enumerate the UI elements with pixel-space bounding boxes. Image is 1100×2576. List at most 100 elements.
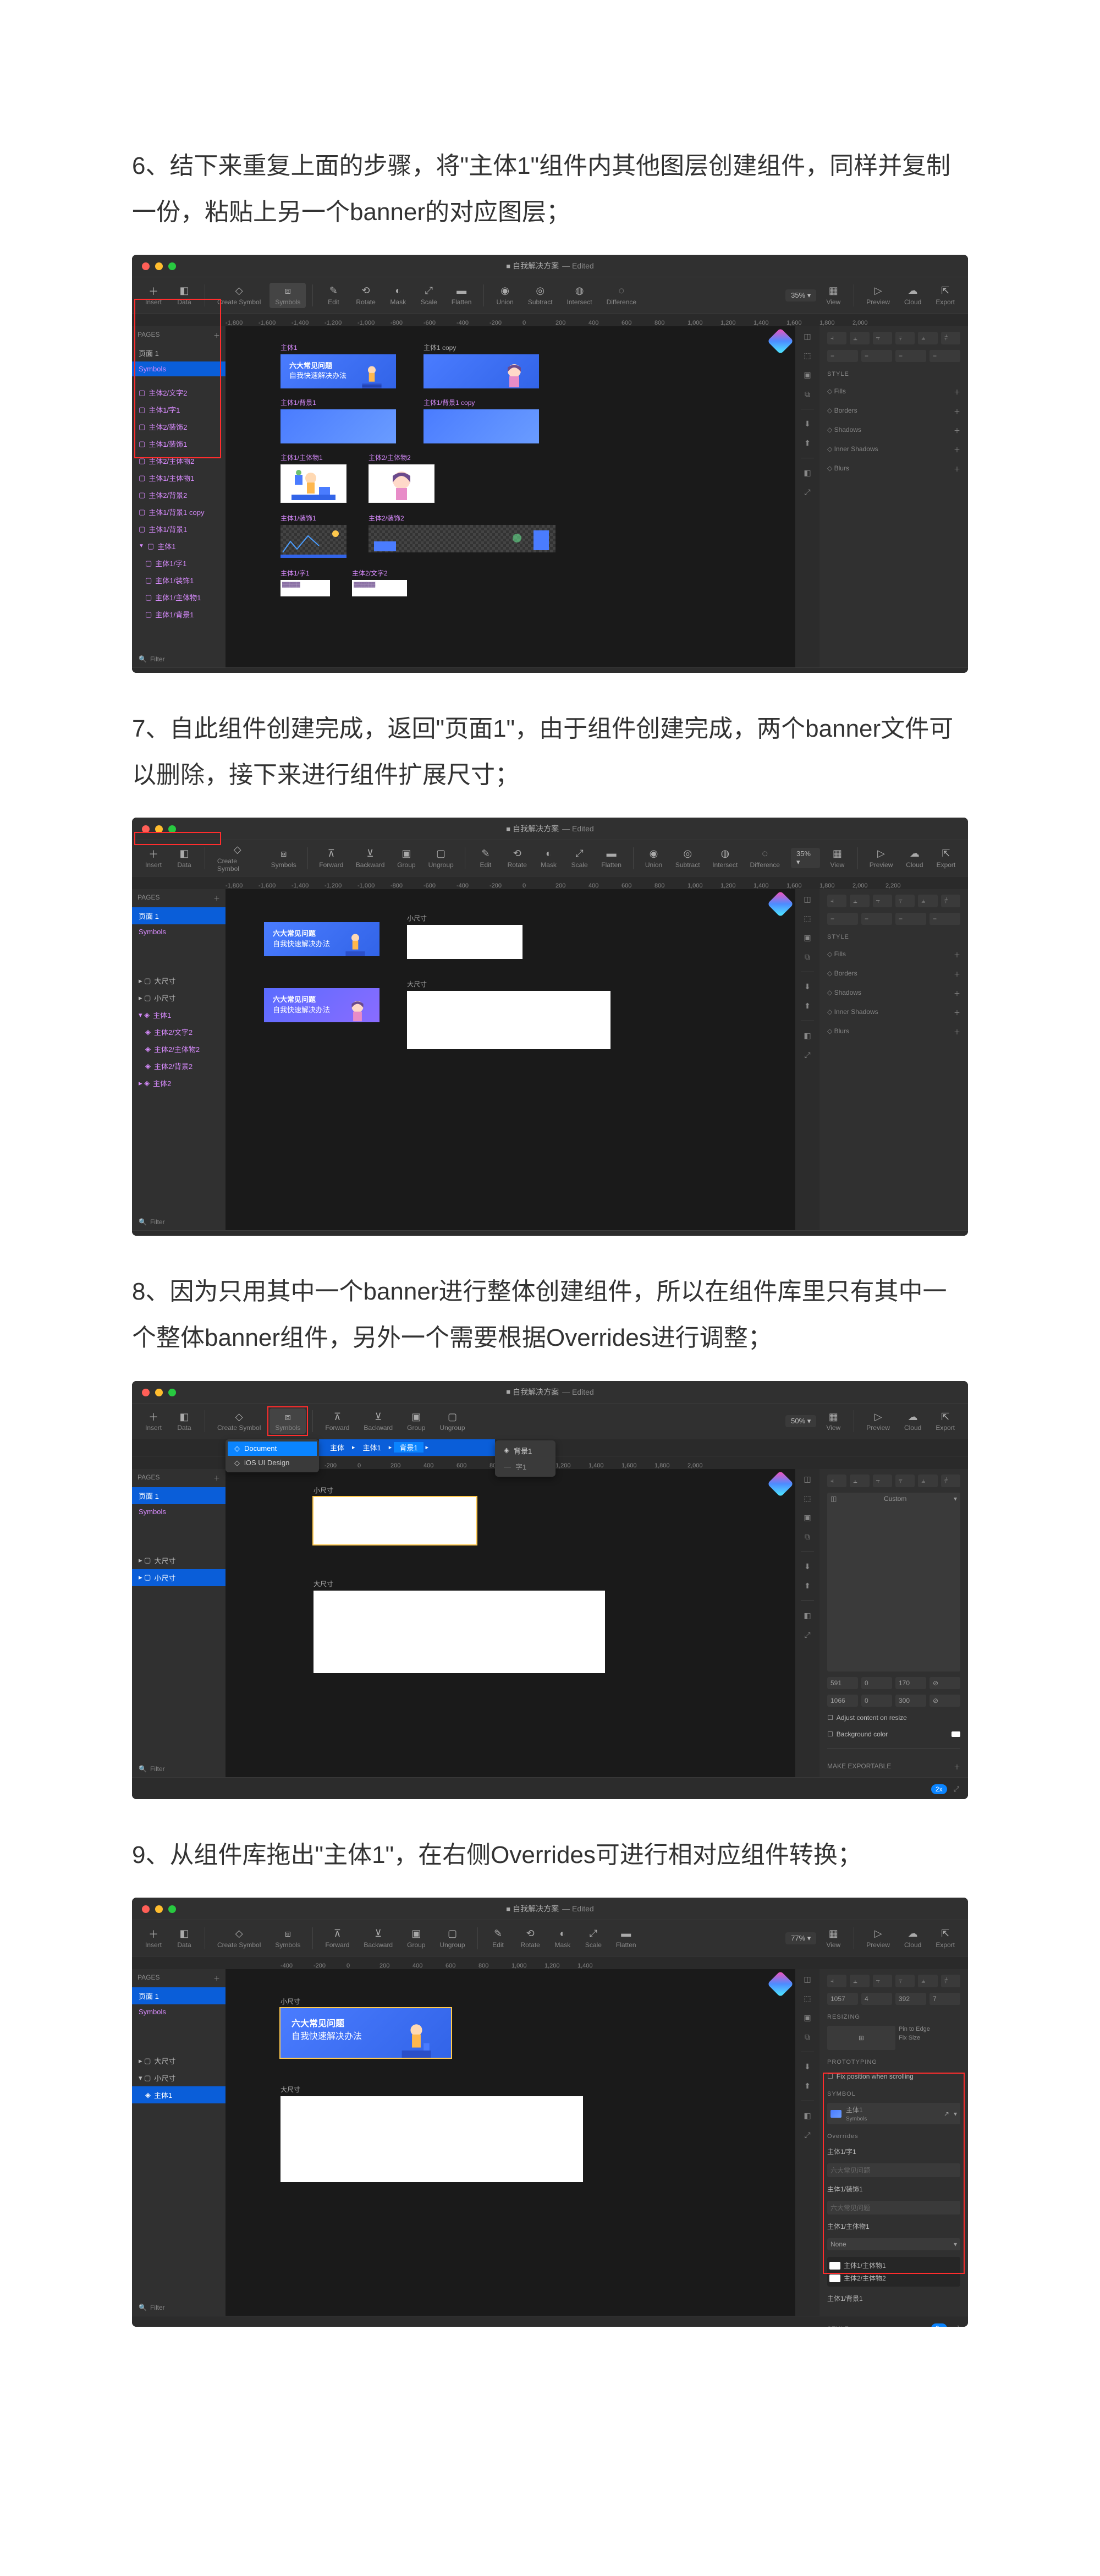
layer-item[interactable]: ▢ 主体1/字1 <box>132 555 226 572</box>
insert-button[interactable]: ＋Insert <box>140 283 167 308</box>
window-controls[interactable] <box>142 262 176 270</box>
breadcrumb-bar[interactable]: 主体▸ 主体1▸ 背景1▸ <box>319 1439 495 1456</box>
zoom-control[interactable]: 35% ▾ <box>791 848 820 868</box>
adjust-resize-toggle[interactable]: ☐ Adjust content on resize <box>827 1712 960 1723</box>
ungroup-button[interactable]: ▢Ungroup <box>424 846 458 871</box>
layer-item[interactable]: ▾ ◈ 主体1 <box>132 1006 226 1023</box>
fix-pos-toggle[interactable]: ☐ Fix position when scrolling <box>827 2071 960 2082</box>
canvas[interactable]: 主体1 六大常见问题自我快速解决办法 主体1 copy 主体1/背景1 <box>226 326 795 667</box>
size-preset[interactable]: ◫ Custom ▾ <box>827 1493 960 1671</box>
layer-item[interactable]: ▢ 主体1/背景1 copy <box>132 503 226 520</box>
group-button[interactable]: ▣Group <box>392 846 420 871</box>
page-item[interactable]: 页面 1 <box>132 344 226 361</box>
h-input[interactable]: 7 <box>930 1993 960 2005</box>
layer-item[interactable]: ◈ 主体2/主体物2 <box>132 1040 226 1057</box>
intersect-button[interactable]: ◍Intersect <box>562 283 598 308</box>
union-button[interactable]: ◉Union <box>491 283 519 308</box>
layer-item[interactable]: ▢ 主体1/字1 <box>132 401 226 418</box>
rotate-button[interactable]: ⟲Rotate <box>503 846 532 871</box>
create-symbol-button[interactable]: ◇Create Symbol <box>212 842 263 875</box>
rotate-button[interactable]: ⟲Rotate <box>350 283 381 308</box>
x-input[interactable]: 1057 <box>827 1993 858 2005</box>
layer-item[interactable]: ▸ ▢ 大尺寸 <box>132 972 226 989</box>
filter-input[interactable]: 🔍 Filter <box>132 651 226 667</box>
override-body-select[interactable]: None▾ <box>827 2238 960 2250</box>
align-left[interactable]: ⫞ <box>827 332 846 344</box>
mask-button[interactable]: ◐Mask <box>384 283 412 308</box>
layer-item[interactable]: ▢ 主体2/主体物2 <box>132 452 226 469</box>
align-middle[interactable]: ⫨ <box>918 332 937 344</box>
view-button[interactable]: ▦View <box>820 283 847 308</box>
gutter-icon[interactable]: ⬚ <box>804 351 811 360</box>
edit-button[interactable]: ✎Edit <box>320 283 347 308</box>
symbols-page[interactable]: Symbols <box>132 361 226 376</box>
gutter-icon[interactable]: ⤢ <box>804 487 810 497</box>
export-button[interactable]: ⇱Export <box>930 283 960 308</box>
w-input[interactable]: 170 <box>895 1677 926 1689</box>
canvas[interactable]: 小尺寸 六大常见问题自我快速解决办法 大尺寸 <box>226 1969 795 2316</box>
data-button[interactable]: ◧Data <box>170 846 198 871</box>
gutter-icon[interactable]: ◫ <box>804 332 811 341</box>
h-input[interactable]: ⊘ <box>930 1677 960 1689</box>
layer-item[interactable]: ▢ 主体1/装饰1 <box>132 435 226 452</box>
add-page-icon[interactable]: ＋ <box>213 894 220 903</box>
align-bottom[interactable]: ⫩ <box>941 332 960 344</box>
x-input[interactable]: 591 <box>827 1677 858 1689</box>
add-page-icon[interactable]: ＋ <box>213 331 220 340</box>
create-symbol-button[interactable]: ◇Create Symbol <box>212 283 266 308</box>
layer-item[interactable]: ▼ ▢ 主体1 <box>132 538 226 555</box>
window-controls[interactable] <box>142 1389 176 1396</box>
align-center[interactable]: ⫠ <box>850 332 869 344</box>
symbols-button[interactable]: ⧈Symbols <box>270 283 306 308</box>
override-deco[interactable]: 六大常见问题 <box>827 2201 960 2215</box>
zoom-control[interactable]: 77% ▾ <box>785 1932 816 1944</box>
subtract-button[interactable]: ◎Subtract <box>522 283 558 308</box>
layer-item[interactable]: ◈ 主体2/背景2 <box>132 1057 226 1075</box>
y-input[interactable]: 4 <box>861 1993 892 2005</box>
gutter-icon[interactable]: ▣ <box>804 370 811 380</box>
symbols-button[interactable]: ⧈Symbols <box>266 846 301 871</box>
layer-item[interactable]: ▢ 主体1/装饰1 <box>132 572 226 589</box>
layer-item[interactable]: ◈ 主体2/文字2 <box>132 1023 226 1040</box>
layer-item[interactable]: ▢ 主体2/文字2 <box>132 384 226 401</box>
zoom-control[interactable]: 35% ▾ <box>785 289 816 302</box>
override-text[interactable]: 六大常见问题 <box>827 2163 960 2177</box>
difference-button[interactable]: ◌Difference <box>601 283 642 308</box>
symbol-select[interactable]: 主体1Symbols ↗▾ <box>827 2103 960 2124</box>
layer-item[interactable]: ▢ 主体1/主体物1 <box>132 469 226 486</box>
scale-button[interactable]: ⤢Scale <box>415 283 443 308</box>
gutter-icon[interactable]: ⬆ <box>804 439 811 448</box>
layer-item[interactable]: ▸ ▢ 小尺寸 <box>132 989 226 1006</box>
insert-button[interactable]: ＋Insert <box>140 846 167 871</box>
window-controls[interactable] <box>142 1905 176 1913</box>
layer-item[interactable]: ▢ 主体2/装饰2 <box>132 418 226 435</box>
align-top[interactable]: ⫧ <box>895 332 915 344</box>
preview-button[interactable]: ▷Preview <box>861 283 895 308</box>
layer-item[interactable]: ▢ 主体1/主体物1 <box>132 589 226 606</box>
scale-button[interactable]: ⤢Scale <box>566 846 593 871</box>
w-input[interactable]: 392 <box>895 1993 926 2005</box>
page-item[interactable]: 页面 1 <box>132 907 226 924</box>
mask-button[interactable]: ◐Mask <box>535 846 563 871</box>
layer-item[interactable]: ▢ 主体1/背景1 <box>132 520 226 538</box>
symbols-dropdown[interactable]: ◇Document ◇iOS UI Design <box>226 1439 319 1472</box>
layer-item[interactable]: ▸ ◈ 主体2 <box>132 1075 226 1092</box>
gutter-icon[interactable]: ⬇ <box>804 419 811 429</box>
layer-item[interactable]: ▢ 主体2/背景2 <box>132 486 226 503</box>
window-controls[interactable] <box>142 825 176 833</box>
data-button[interactable]: ◧Data <box>170 283 198 308</box>
bgcolor-toggle[interactable]: ☐ Background color <box>827 1729 960 1740</box>
align-right[interactable]: ⫟ <box>873 332 892 344</box>
override-body-option[interactable]: 主体1/主体物1 <box>829 2259 958 2272</box>
edit-button[interactable]: ✎Edit <box>472 846 499 871</box>
symbols-page[interactable]: Symbols <box>132 924 226 939</box>
gutter-icon[interactable]: ◧ <box>804 468 811 478</box>
gutter-icon[interactable]: ⧉ <box>805 390 810 399</box>
override-body-option[interactable]: 主体2/主体物2 <box>829 2272 958 2284</box>
breadcrumb-popup[interactable]: ◈背景1 — 字1 <box>495 1440 556 1477</box>
flatten-button[interactable]: ▬Flatten <box>597 846 626 871</box>
forward-button[interactable]: ⊼Forward <box>315 846 348 871</box>
canvas[interactable]: 小尺寸 大尺寸 <box>226 1469 795 1777</box>
symbols-button[interactable]: ⧈Symbols <box>270 1408 306 1434</box>
cloud-button[interactable]: ☁Cloud <box>899 283 927 308</box>
